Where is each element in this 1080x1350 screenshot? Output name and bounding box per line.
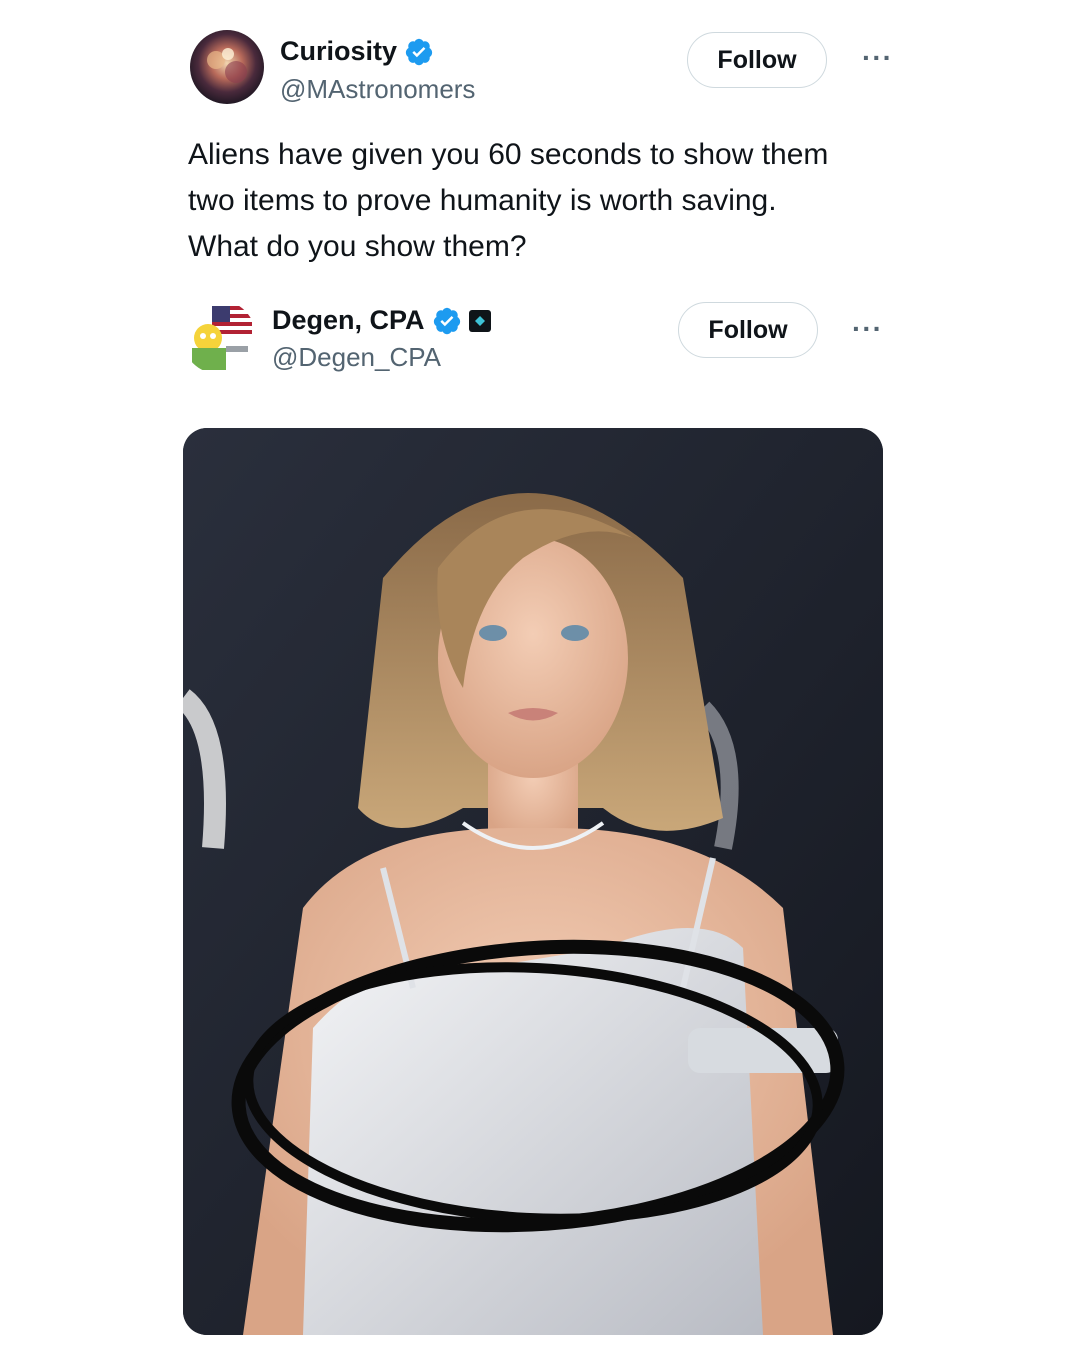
more-options-icon[interactable]: ··· bbox=[862, 42, 893, 74]
reply-photo[interactable] bbox=[183, 428, 883, 1335]
reply-author-name[interactable]: Degen, CPA bbox=[272, 305, 425, 336]
affiliate-badge-icon[interactable] bbox=[468, 309, 491, 332]
degen-name-row: Degen, CPA bbox=[272, 305, 491, 336]
curiosity-avatar[interactable] bbox=[190, 30, 264, 104]
photo-red-carpet-woman-icon bbox=[183, 428, 883, 1335]
curiosity-name-row: Curiosity bbox=[280, 36, 434, 67]
reply-author-handle[interactable]: @Degen_CPA bbox=[272, 342, 441, 373]
author-name[interactable]: Curiosity bbox=[280, 36, 397, 67]
tweet-text: Aliens have given you 60 seconds to show… bbox=[188, 138, 829, 263]
cartoon-flag-avatar-icon bbox=[182, 300, 256, 374]
author-handle[interactable]: @MAstronomers bbox=[280, 74, 475, 105]
verified-badge-icon bbox=[405, 38, 433, 65]
verified-badge-icon bbox=[433, 307, 460, 334]
follow-button[interactable]: Follow bbox=[687, 32, 827, 88]
follow-button[interactable]: Follow bbox=[678, 302, 818, 358]
more-options-icon[interactable]: ··· bbox=[852, 313, 883, 345]
degen-avatar[interactable] bbox=[182, 300, 256, 374]
nebula-avatar-icon bbox=[190, 30, 264, 104]
